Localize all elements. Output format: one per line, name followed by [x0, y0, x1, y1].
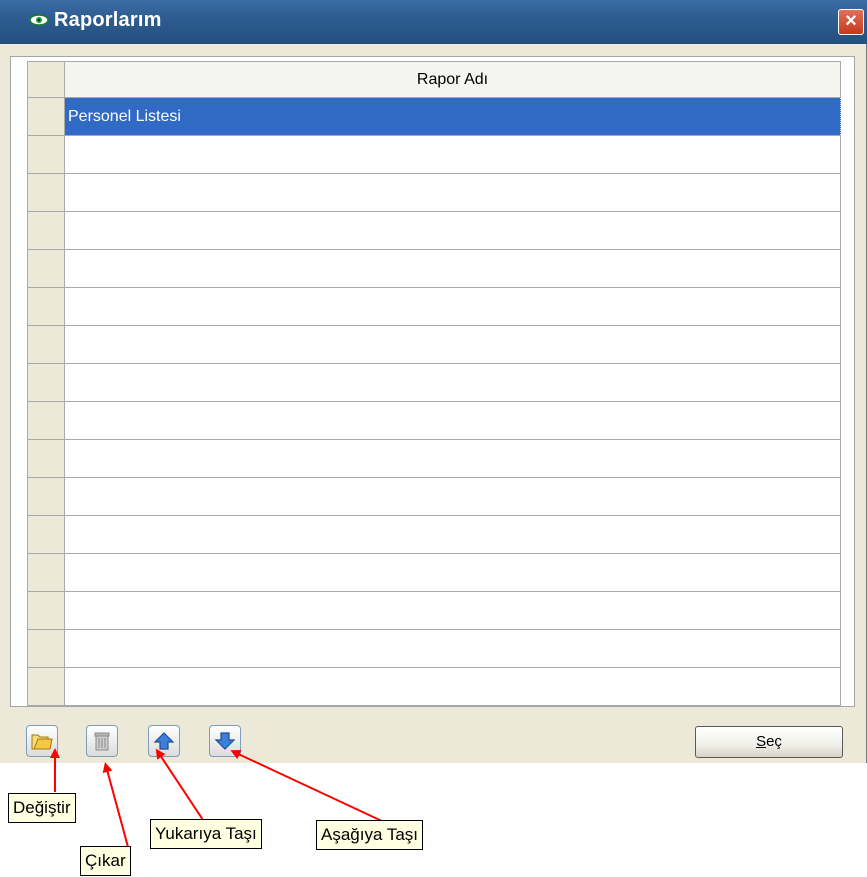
callout-edit: Değiştir	[8, 793, 76, 823]
table-row[interactable]	[27, 591, 841, 630]
report-name-cell[interactable]	[64, 401, 841, 440]
report-name-cell[interactable]	[64, 325, 841, 364]
report-name-cell[interactable]	[64, 363, 841, 402]
report-name-cell[interactable]	[64, 249, 841, 288]
table-row[interactable]	[27, 477, 841, 516]
row-header[interactable]	[27, 173, 65, 212]
callout-move-up: Yukarıya Taşı	[150, 819, 262, 849]
table-row[interactable]	[27, 325, 841, 364]
row-header[interactable]	[27, 363, 65, 402]
row-header[interactable]	[27, 135, 65, 174]
report-name-cell[interactable]	[64, 173, 841, 212]
report-name-cell[interactable]	[64, 667, 841, 706]
row-header[interactable]	[27, 97, 65, 136]
table-row[interactable]	[27, 249, 841, 288]
row-header[interactable]	[27, 553, 65, 592]
close-button[interactable]: ×	[838, 9, 864, 35]
report-name-cell[interactable]	[64, 629, 841, 668]
report-name-cell[interactable]	[64, 591, 841, 630]
row-header[interactable]	[27, 515, 65, 554]
trash-icon	[94, 732, 110, 751]
row-header[interactable]	[27, 629, 65, 668]
folder-open-icon	[31, 734, 53, 750]
callout-remove: Çıkar	[80, 846, 131, 876]
row-header[interactable]	[27, 249, 65, 288]
row-header[interactable]	[27, 591, 65, 630]
row-header-corner	[27, 61, 65, 98]
table-row[interactable]	[27, 515, 841, 554]
callout-move-down: Aşağıya Taşı	[316, 820, 424, 850]
edit-button[interactable]	[26, 725, 58, 757]
arrow-down-icon	[214, 732, 236, 750]
table-row[interactable]	[27, 363, 841, 402]
table-row[interactable]	[27, 287, 841, 326]
table-row[interactable]	[27, 401, 841, 440]
table-row[interactable]	[27, 135, 841, 174]
select-button-label: eç	[766, 733, 782, 750]
arrow-remove	[102, 762, 129, 848]
table-row[interactable]: Personel Listesi	[27, 97, 841, 136]
table-row[interactable]	[27, 667, 841, 706]
remove-button[interactable]	[86, 725, 118, 757]
title-bar[interactable]: Raporlarım ×	[0, 0, 867, 44]
report-name-cell[interactable]	[64, 211, 841, 250]
close-icon: ×	[845, 10, 857, 32]
eye-icon	[29, 14, 49, 26]
row-header[interactable]	[27, 401, 65, 440]
table-row[interactable]	[27, 439, 841, 478]
report-grid: Rapor Adı Personel Listesi	[27, 61, 841, 706]
report-list-panel: Rapor Adı Personel Listesi	[10, 56, 855, 707]
reports-dialog: Raporlarım × Rapor Adı Personel Listesi	[0, 0, 867, 763]
report-name-cell[interactable]	[64, 135, 841, 174]
row-header[interactable]	[27, 287, 65, 326]
row-header[interactable]	[27, 325, 65, 364]
select-button-accel: S	[756, 733, 767, 750]
move-down-button[interactable]	[209, 725, 241, 757]
report-name-cell[interactable]	[64, 477, 841, 516]
select-button[interactable]: Seç	[695, 726, 843, 758]
window-title: Raporlarım	[54, 9, 162, 31]
report-name-cell[interactable]	[64, 287, 841, 326]
table-row[interactable]	[27, 211, 841, 250]
report-name-cell[interactable]	[64, 553, 841, 592]
table-row[interactable]	[27, 173, 841, 212]
report-name-cell[interactable]	[64, 439, 841, 478]
move-up-button[interactable]	[148, 725, 180, 757]
report-name-cell[interactable]: Personel Listesi	[64, 97, 841, 136]
row-header[interactable]	[27, 439, 65, 478]
row-header[interactable]	[27, 667, 65, 706]
row-header[interactable]	[27, 477, 65, 516]
table-row[interactable]	[27, 629, 841, 668]
arrow-up-icon	[153, 732, 175, 750]
report-name-cell[interactable]	[64, 515, 841, 554]
table-row[interactable]	[27, 553, 841, 592]
column-header-report-name[interactable]: Rapor Adı	[64, 61, 841, 98]
row-header[interactable]	[27, 211, 65, 250]
